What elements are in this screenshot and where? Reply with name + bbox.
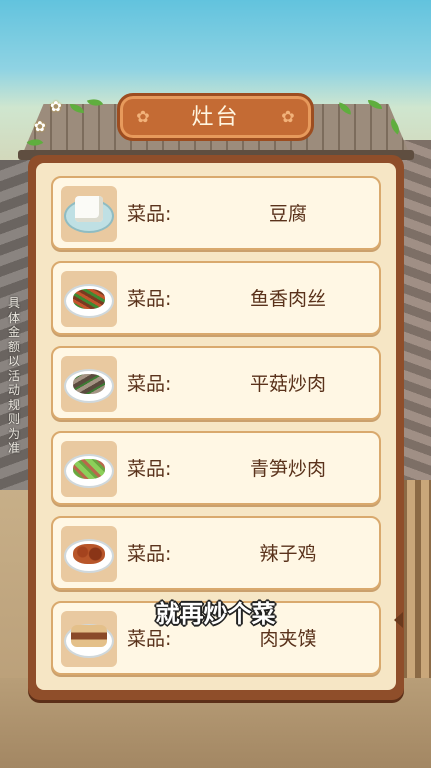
tofu-plate-icon xyxy=(61,186,117,242)
dish-row[interactable]: 菜品: 青笋炒肉 xyxy=(51,431,381,505)
dish-label: 菜品: xyxy=(127,543,172,565)
flower-icon: ✿ xyxy=(50,99,62,115)
dish-name: 辣子鸡 xyxy=(259,543,317,565)
dish-label: 菜品: xyxy=(127,373,172,395)
dish-name: 鱼香肉丝 xyxy=(249,288,326,310)
dish-row[interactable]: 菜品: 鱼香肉丝 xyxy=(51,261,381,335)
spicy-chicken-plate-icon xyxy=(61,526,117,582)
flower-ornament-icon: ✿ xyxy=(281,107,295,126)
background-fence xyxy=(401,480,431,680)
dish-name: 豆腐 xyxy=(268,203,307,225)
dish-name: 青笋炒肉 xyxy=(249,458,326,480)
shredded-pork-plate-icon xyxy=(61,271,117,327)
video-subtitle: 就再炒个菜 xyxy=(155,600,276,628)
dish-row[interactable]: 菜品: 平菇炒肉 xyxy=(51,346,381,420)
lettuce-pork-plate-icon xyxy=(61,441,117,497)
dish-label: 菜品: xyxy=(127,628,172,650)
dish-label: 菜品: xyxy=(127,288,172,310)
dish-name: 平菇炒肉 xyxy=(249,373,326,395)
dish-row[interactable]: 菜品: 豆腐 xyxy=(51,176,381,250)
side-notice-text: 具体金额以活动规则为准 xyxy=(7,296,20,455)
title-plate: ✿ 灶台 ✿ xyxy=(117,93,314,141)
dish-row[interactable]: 菜品: 辣子鸡 xyxy=(51,516,381,590)
dish-label: 菜品: xyxy=(127,203,172,225)
mushroom-pork-plate-icon xyxy=(61,356,117,412)
dish-label: 菜品: xyxy=(127,458,172,480)
dish-name: 肉夹馍 xyxy=(259,628,317,650)
flower-icon: ✿ xyxy=(34,119,46,135)
